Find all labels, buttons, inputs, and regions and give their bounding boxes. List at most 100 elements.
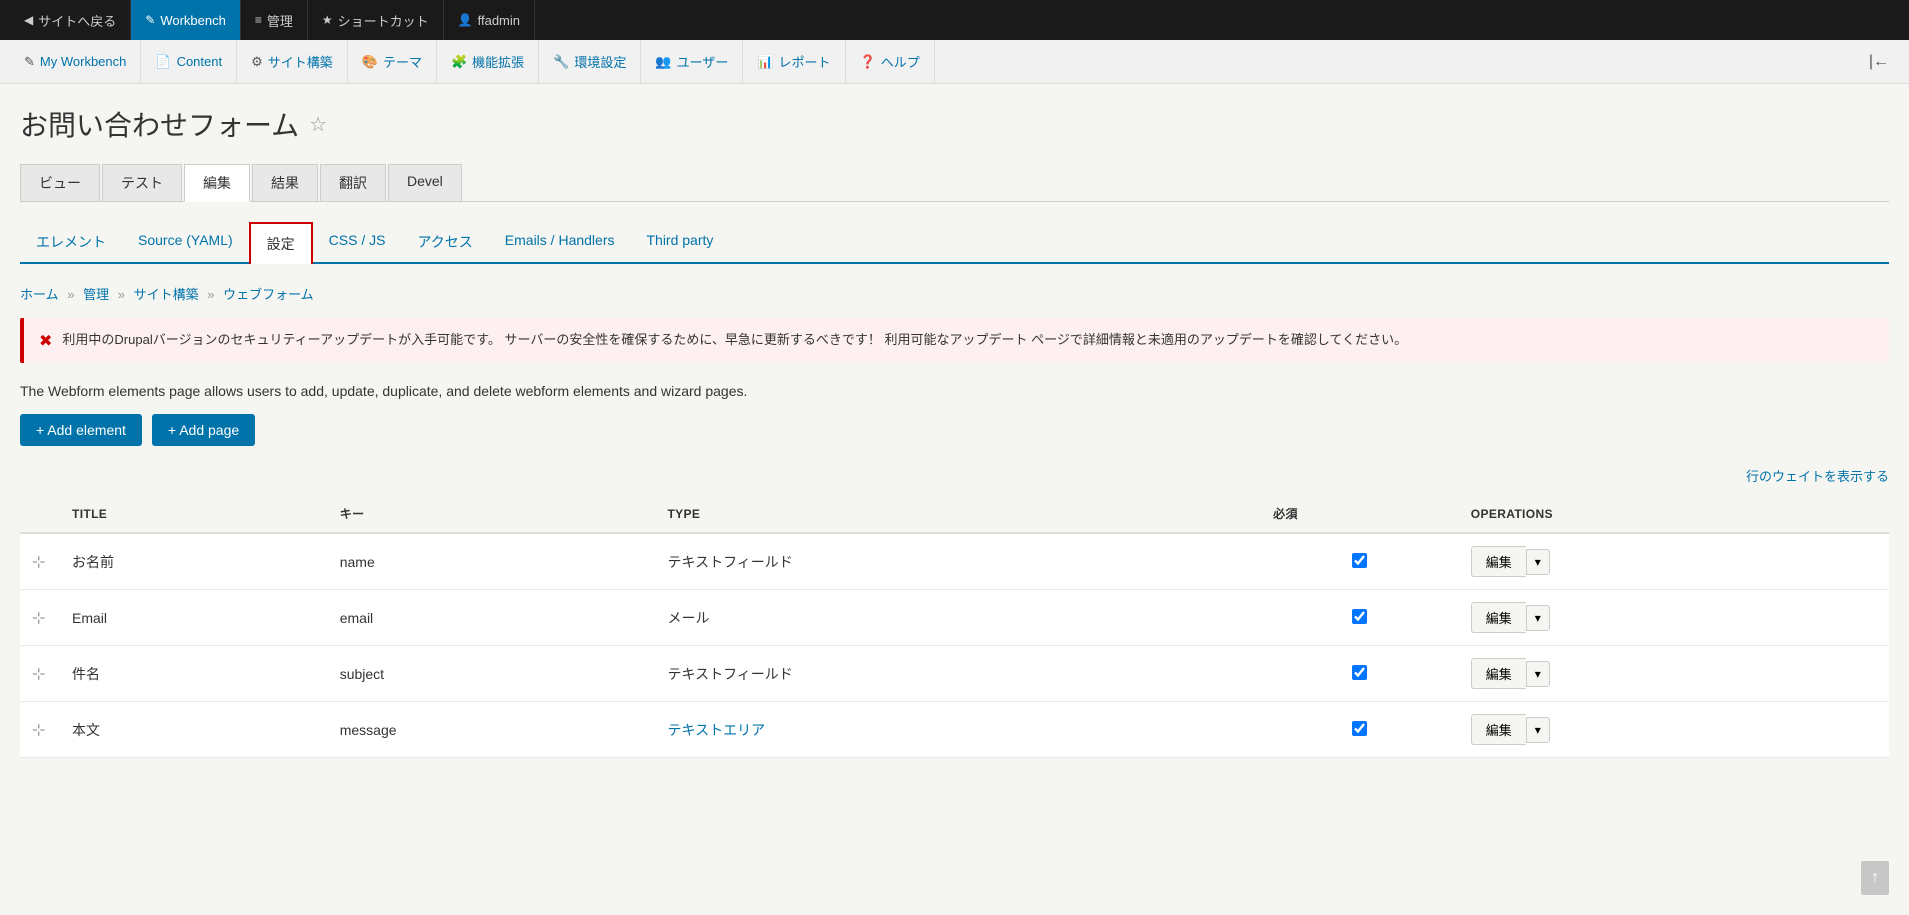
tab-view[interactable]: ビュー [20,164,100,201]
secondary-tab-emails-handlers[interactable]: Emails / Handlers [489,222,631,262]
row-title-message: 本文 [60,702,328,758]
breadcrumb-webform[interactable]: ウェブフォーム [223,287,314,302]
secondary-nav-extensions[interactable]: 🧩 機能拡張 [437,40,539,83]
required-checkbox-subject[interactable] [1352,665,1367,680]
breadcrumb-home[interactable]: ホーム [20,287,59,302]
admin-bar-shortcuts-label: ショートカット [338,11,429,30]
breadcrumb-admin[interactable]: 管理 [83,287,109,302]
secondary-nav-content[interactable]: 📄 Content [141,40,237,83]
table-header: TITLE キー TYPE 必須 OPERATIONS [20,495,1889,533]
type-link-message[interactable]: テキストエリア [667,722,765,738]
admin-bar-workbench-label: Workbench [160,13,226,28]
secondary-nav-site-structure[interactable]: ⚙ サイト構築 [237,40,348,83]
drag-handle-subject[interactable]: ⊹ [32,666,45,683]
tab-test[interactable]: テスト [102,164,182,201]
row-type-message: テキストエリア [655,702,1261,758]
row-type-name: テキストフィールド [655,533,1261,590]
secondary-tab-source-yaml[interactable]: Source (YAML) [122,222,249,262]
required-checkbox-message[interactable] [1352,721,1367,736]
row-key-email: email [328,590,656,646]
secondary-nav-theme[interactable]: 🎨 テーマ [348,40,437,83]
add-page-button[interactable]: + Add page [152,414,255,446]
security-alert: ✖ 利用中のDrupalバージョンのセキュリティーアップデートが入手可能です。 … [20,318,1889,363]
show-weights-area: 行のウェイトを表示する [20,466,1889,485]
edit-button-subject[interactable]: 編集 [1471,658,1526,689]
edit-button-email[interactable]: 編集 [1471,602,1526,633]
admin-bar: ◀ サイトへ戻る ✎ Workbench ≡ 管理 ★ ショートカット 👤 ff… [0,0,1909,40]
page-title: お問い合わせフォーム [20,104,299,144]
row-type-email: メール [655,590,1261,646]
secondary-nav-help[interactable]: ❓ ヘルプ [846,40,935,83]
action-buttons: + Add element + Add page [20,414,1889,446]
secondary-tab-css-js[interactable]: CSS / JS [313,222,402,262]
primary-tabs: ビュー テスト 編集 結果 翻訳 Devel [20,164,1889,202]
row-operations-subject: 編集 ▾ [1459,646,1889,702]
favorite-star-icon[interactable]: ☆ [309,112,327,137]
secondary-tab-third-party[interactable]: Third party [630,222,729,262]
admin-bar-back-to-site[interactable]: ◀ サイトへ戻る [10,0,131,40]
col-title-header: TITLE [60,495,328,533]
col-key-header: キー [328,495,656,533]
admin-bar-workbench[interactable]: ✎ Workbench [131,0,241,40]
edit-button-name[interactable]: 編集 [1471,546,1526,577]
show-weights-link[interactable]: 行のウェイトを表示する [1746,469,1889,484]
admin-bar-manage[interactable]: ≡ 管理 [241,0,308,40]
tab-translate[interactable]: 翻訳 [320,164,386,201]
nav-collapse-button[interactable]: |← [1859,53,1899,71]
required-checkbox-name[interactable] [1352,553,1367,568]
dropdown-button-name[interactable]: ▾ [1526,549,1550,575]
required-checkbox-email[interactable] [1352,609,1367,624]
secondary-nav-theme-label: テーマ [383,52,422,71]
row-title-subject: 件名 [60,646,328,702]
col-type-header: TYPE [655,495,1261,533]
reports-icon: 📊 [757,54,773,70]
drag-handle-name[interactable]: ⊹ [32,554,45,571]
add-element-button[interactable]: + Add element [20,414,142,446]
secondary-nav-extensions-label: 機能拡張 [472,52,524,71]
extensions-icon: 🧩 [451,54,467,70]
row-required-message [1261,702,1459,758]
scroll-to-top-button[interactable]: ↑ [1861,861,1889,895]
breadcrumb-sep-1: » [67,287,78,302]
table-row: ⊹ お名前 name テキストフィールド 編集 ▾ [20,533,1889,590]
secondary-nav-reports[interactable]: 📊 レポート [743,40,845,83]
secondary-nav-my-workbench[interactable]: ✎ My Workbench [10,40,141,83]
drag-handle-message[interactable]: ⊹ [32,722,45,739]
workbench-nav-icon: ✎ [24,54,35,70]
row-operations-message: 編集 ▾ [1459,702,1889,758]
secondary-nav-users[interactable]: 👥 ユーザー [641,40,743,83]
row-key-subject: subject [328,646,656,702]
page-title-area: お問い合わせフォーム ☆ [20,104,1889,144]
tab-edit[interactable]: 編集 [184,164,250,202]
row-key-name: name [328,533,656,590]
theme-icon: 🎨 [362,54,378,70]
admin-bar-user-label: ffadmin [478,13,520,28]
tab-results[interactable]: 結果 [252,164,318,201]
row-type-subject: テキストフィールド [655,646,1261,702]
secondary-nav-site-structure-label: サイト構築 [268,52,333,71]
drag-handle-email[interactable]: ⊹ [32,610,45,627]
secondary-nav-environment[interactable]: 🔧 環境設定 [539,40,641,83]
tab-devel[interactable]: Devel [388,164,462,201]
row-required-name [1261,533,1459,590]
edit-button-message[interactable]: 編集 [1471,714,1526,745]
secondary-tab-access[interactable]: アクセス [401,222,488,262]
table-row: ⊹ Email email メール 編集 ▾ [20,590,1889,646]
table-body: ⊹ お名前 name テキストフィールド 編集 ▾ ⊹ Email emai [20,533,1889,758]
environment-icon: 🔧 [553,54,569,70]
secondary-tab-settings[interactable]: 設定 [249,222,313,264]
secondary-tab-elements[interactable]: エレメント [20,222,122,262]
breadcrumb-site-structure[interactable]: サイト構築 [134,287,199,302]
star-icon: ★ [322,13,333,27]
admin-bar-shortcuts[interactable]: ★ ショートカット [308,0,444,40]
error-icon: ✖ [39,331,52,351]
table-row: ⊹ 件名 subject テキストフィールド 編集 ▾ [20,646,1889,702]
admin-bar-user[interactable]: 👤 ffadmin [444,0,535,40]
dropdown-button-subject[interactable]: ▾ [1526,661,1550,687]
row-required-subject [1261,646,1459,702]
dropdown-button-message[interactable]: ▾ [1526,717,1550,743]
row-required-email [1261,590,1459,646]
row-operations-email: 編集 ▾ [1459,590,1889,646]
breadcrumb-sep-2: » [118,287,129,302]
dropdown-button-email[interactable]: ▾ [1526,605,1550,631]
